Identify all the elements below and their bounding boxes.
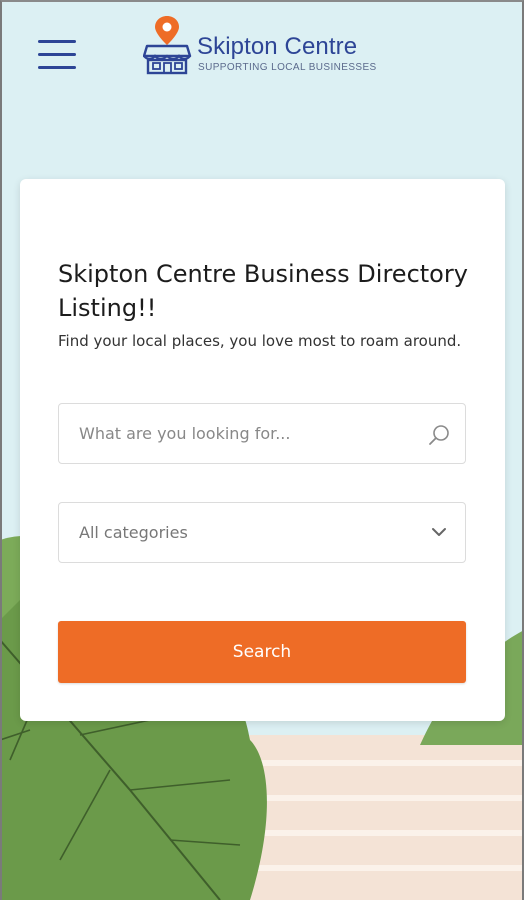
chevron-down-icon[interactable] (431, 526, 447, 538)
app-header: Skipton Centre SUPPORTING LOCAL BUSINESS… (0, 0, 524, 110)
site-logo[interactable]: Skipton Centre SUPPORTING LOCAL BUSINESS… (143, 14, 393, 76)
search-input[interactable] (59, 404, 465, 463)
search-icon[interactable] (427, 423, 451, 447)
search-button[interactable]: Search (58, 621, 466, 683)
directory-search-card: Skipton Centre Business Directory Listin… (20, 179, 505, 721)
page-subtitle: Find your local places, you love most to… (58, 332, 462, 350)
page-title: Skipton Centre Business Directory Listin… (58, 260, 468, 322)
category-select-value: All categories (79, 523, 188, 542)
hamburger-menu-icon[interactable] (38, 39, 78, 71)
shop-with-location-pin-icon (143, 16, 192, 75)
logo-tagline: SUPPORTING LOCAL BUSINESSES (198, 62, 377, 73)
search-field[interactable] (58, 403, 466, 464)
category-select[interactable]: All categories (58, 502, 466, 563)
logo-title: Skipton Centre (197, 33, 358, 60)
